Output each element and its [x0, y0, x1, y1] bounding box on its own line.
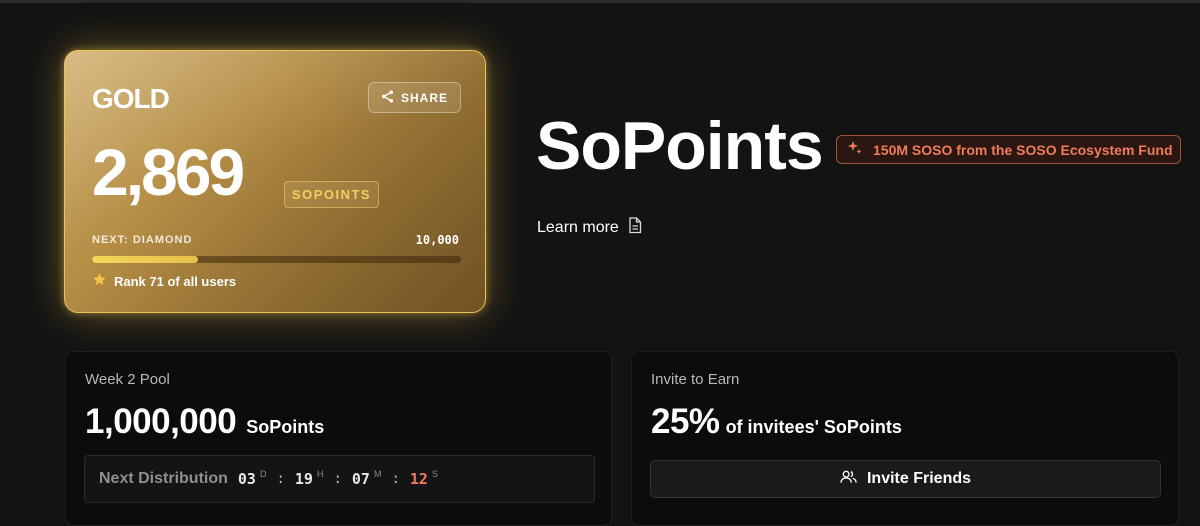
fund-badge: 150M SOSO from the SOSO Ecosystem Fund — [836, 135, 1181, 164]
tier-progress-bar — [92, 256, 461, 263]
invite-friends-button[interactable]: Invite Friends — [650, 460, 1161, 498]
tier-name: GOLD — [92, 83, 170, 114]
rank-text: Rank 71 of all users — [114, 273, 237, 289]
learn-more-link[interactable]: Learn more — [537, 217, 642, 239]
sparkle-icon — [847, 140, 863, 159]
tier-card: GOLD SHARE 2,869 SOPOINTS NEXT: DIAMOND … — [64, 50, 486, 313]
document-icon — [628, 217, 642, 239]
countdown-seconds-unit: S — [431, 469, 438, 479]
share-icon — [381, 89, 394, 106]
fund-badge-text: 150M SOSO from the SOSO Ecosystem Fund — [873, 141, 1173, 158]
countdown-hours: 19 — [294, 470, 313, 488]
invite-percent: 25% — [651, 402, 720, 441]
countdown-separator: : — [333, 471, 342, 487]
users-icon — [840, 470, 857, 489]
share-label: SHARE — [400, 90, 448, 105]
pool-unit: SoPoints — [246, 417, 325, 437]
top-divider — [0, 0, 1200, 3]
points-unit-badge: SOPOINTS — [284, 181, 379, 208]
countdown-label: Next Distribution — [99, 470, 228, 487]
tier-progress-fill — [92, 256, 198, 263]
rank-row: Rank 71 of all users — [92, 272, 236, 290]
pool-amount: 1,000,000 — [85, 402, 237, 441]
points-value: 2,869 — [92, 135, 245, 209]
distribution-countdown: Next Distribution 03 D : 19 H : 07 M : 1… — [84, 455, 595, 503]
invite-reward-row: 25% of invitees' SoPoints — [651, 402, 902, 442]
page-title: SoPoints — [536, 108, 824, 184]
countdown-days-unit: D — [259, 469, 267, 479]
pool-card: Week 2 Pool 1,000,000 SoPoints Next Dist… — [65, 351, 612, 526]
invite-friends-label: Invite Friends — [866, 470, 972, 487]
countdown-separator: : — [276, 471, 285, 487]
pool-amount-row: 1,000,000 SoPoints — [85, 402, 324, 442]
countdown-days: 03 — [237, 470, 256, 488]
countdown-separator: : — [391, 471, 400, 487]
countdown-minutes-unit: M — [373, 469, 382, 479]
countdown-hours-unit: H — [316, 469, 324, 479]
learn-more-label: Learn more — [537, 219, 619, 236]
countdown-seconds: 12 — [409, 470, 428, 488]
next-tier-label: NEXT: DIAMOND — [92, 234, 193, 246]
invite-card: Invite to Earn 25% of invitees' SoPoints… — [631, 351, 1179, 526]
share-button[interactable]: SHARE — [368, 82, 461, 113]
invite-reward-text: of invitees' SoPoints — [725, 417, 902, 437]
star-icon — [92, 272, 107, 290]
countdown-minutes: 07 — [351, 470, 370, 488]
pool-label: Week 2 Pool — [85, 371, 170, 388]
invite-label: Invite to Earn — [651, 371, 740, 388]
next-tier-threshold: 10,000 — [415, 233, 459, 247]
